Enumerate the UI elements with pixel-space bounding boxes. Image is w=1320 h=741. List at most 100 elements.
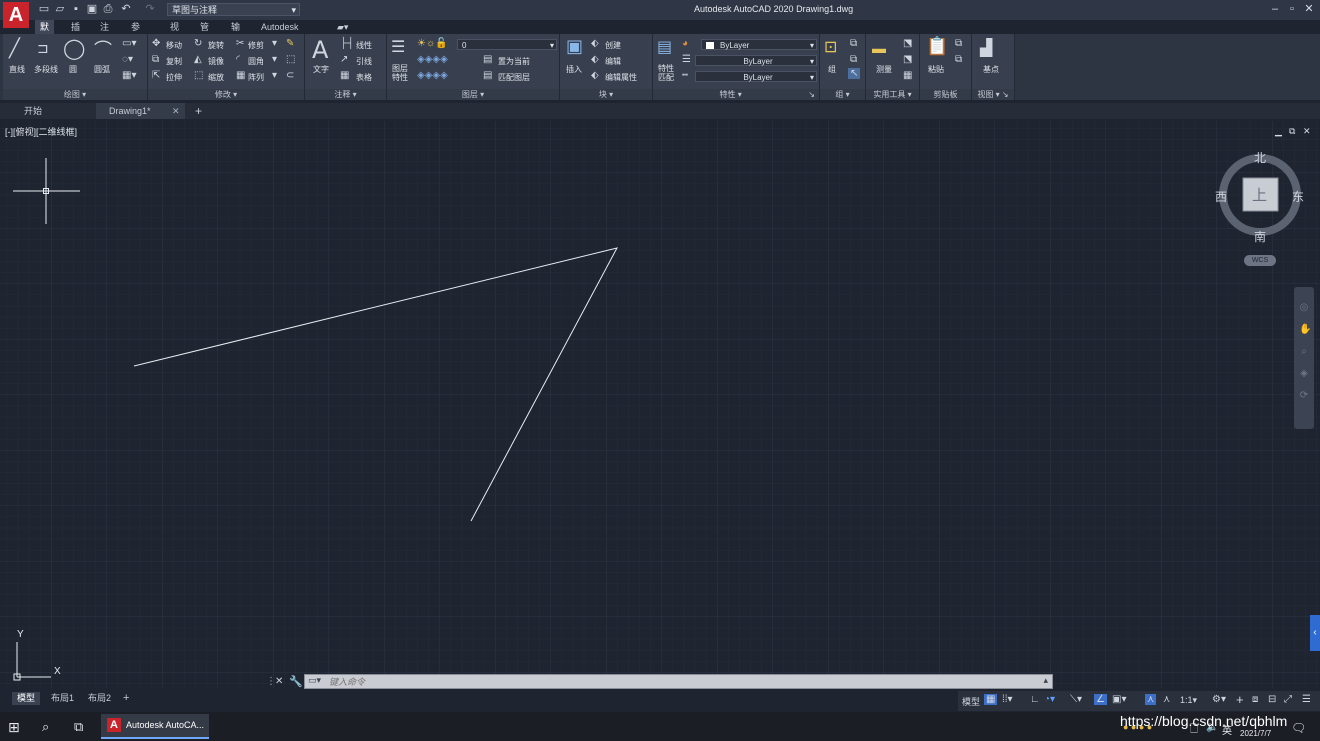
- taskbar-autocad-button[interactable]: A Autodesk AutoCA...: [101, 714, 209, 739]
- print-icon[interactable]: ⎙: [101, 3, 115, 16]
- snap-toggle-icon[interactable]: ⁞⁞▾: [1002, 694, 1013, 705]
- maximize-icon[interactable]: ▫: [1285, 3, 1299, 16]
- fullscreen-icon[interactable]: ⤢: [1284, 694, 1292, 705]
- model-space-button[interactable]: 模型: [962, 695, 980, 708]
- ortho-icon[interactable]: ∟: [1030, 694, 1040, 705]
- chevron-down-icon[interactable]: ▾: [272, 38, 277, 49]
- grid-toggle-icon[interactable]: ▦: [984, 694, 998, 705]
- copy-button[interactable]: 复制: [166, 56, 182, 67]
- erase-icon[interactable]: ✎: [286, 38, 294, 49]
- command-input[interactable]: [329, 675, 1029, 688]
- drawing-canvas[interactable]: [0, 121, 1320, 688]
- new-file-icon[interactable]: ▭: [37, 3, 51, 16]
- measure-label[interactable]: 测量: [876, 64, 892, 75]
- tab-home[interactable]: 默认: [35, 20, 55, 46]
- units-icon[interactable]: ⧈: [1252, 694, 1258, 705]
- circle-tool-label[interactable]: 圆: [69, 64, 77, 75]
- group-label[interactable]: 组: [828, 64, 836, 75]
- lineweight-dropdown[interactable]: ByLayer ▾: [695, 55, 817, 66]
- compass-west[interactable]: 西: [1215, 188, 1227, 205]
- match-properties-label[interactable]: 特性 匹配: [658, 64, 674, 82]
- viewport-restore-icon[interactable]: ⧉: [1289, 126, 1295, 137]
- copy-clip-icon[interactable]: ⧉: [955, 54, 962, 65]
- annotation-monitor-icon[interactable]: +: [1236, 692, 1244, 707]
- customize-menu-icon[interactable]: ☰: [1302, 694, 1311, 705]
- group-icon[interactable]: ⊡: [824, 37, 837, 57]
- close-icon[interactable]: ✕: [172, 103, 180, 119]
- tab-annotate[interactable]: 注释: [100, 20, 109, 46]
- rectangle-icon[interactable]: ▭▾: [122, 38, 136, 49]
- task-view-icon[interactable]: ⧉: [74, 719, 83, 735]
- calculator-icon[interactable]: ▦: [903, 70, 912, 81]
- quick-select-icon[interactable]: ⬔: [903, 38, 912, 49]
- viewport-minimize-icon[interactable]: ▁: [1275, 126, 1282, 137]
- viewport-controls-label[interactable]: [-][俯视][二维线框]: [5, 125, 77, 138]
- trim-button[interactable]: 修剪: [248, 40, 264, 51]
- command-line[interactable]: ▭▾ ▴: [304, 674, 1053, 689]
- linetype-dropdown[interactable]: ByLayer ▾: [695, 71, 817, 82]
- navbar-tools[interactable]: ◎ ✋ ⌕ ◈ ⟳: [1299, 297, 1311, 407]
- isolate-objects-icon[interactable]: ⊟: [1268, 694, 1276, 705]
- polyline-tool-label[interactable]: 多段线: [34, 64, 58, 75]
- annotation-autoscale-icon[interactable]: ⋏: [1163, 694, 1170, 705]
- object-snap-icon[interactable]: ▣▾: [1112, 694, 1126, 705]
- fillet-button[interactable]: 圆角: [248, 56, 264, 67]
- redo-icon[interactable]: ↷: [143, 3, 157, 16]
- hatch-icon[interactable]: ▦▾: [122, 70, 136, 81]
- tab-start[interactable]: 开始: [24, 103, 42, 119]
- group-select-icon[interactable]: ↖: [848, 68, 861, 79]
- customize-wrench-icon[interactable]: 🔧: [289, 675, 303, 688]
- taskbar-date[interactable]: 2021/7/7: [1240, 729, 1271, 738]
- application-menu-button[interactable]: A: [3, 2, 29, 28]
- panel-utilities-title[interactable]: 实用工具 ▾: [866, 89, 919, 100]
- circle-icon[interactable]: ◯: [63, 36, 85, 61]
- panel-properties-title[interactable]: 特性 ▾ ↘: [653, 89, 819, 100]
- arc-tool-label[interactable]: 圆弧: [94, 64, 110, 75]
- open-file-icon[interactable]: ▱: [53, 3, 67, 16]
- compass-south[interactable]: 南: [1254, 228, 1266, 245]
- viewport-close-icon[interactable]: ✕: [1303, 126, 1311, 137]
- panel-groups-title[interactable]: 组 ▾: [820, 89, 865, 100]
- layer-properties-icon[interactable]: ☰: [391, 37, 405, 57]
- wcs-menu[interactable]: WCS: [1244, 255, 1276, 266]
- tab-output[interactable]: 输出: [231, 20, 240, 46]
- text-icon[interactable]: A: [312, 36, 328, 64]
- color-dropdown[interactable]: ByLayer ▾: [701, 39, 817, 50]
- panel-block-title[interactable]: 块 ▾: [560, 89, 652, 100]
- rotate-button[interactable]: 旋转: [208, 40, 224, 51]
- layer-properties-label[interactable]: 图层 特性: [392, 64, 408, 82]
- text-tool-label[interactable]: 文字: [313, 64, 329, 75]
- chevron-up-icon[interactable]: ▴: [1043, 675, 1048, 686]
- make-current-button[interactable]: 置为当前: [498, 56, 530, 67]
- group-edit-icon[interactable]: ⧉: [850, 54, 857, 65]
- polar-tracking-icon[interactable]: ◔▾: [1044, 694, 1055, 705]
- table-button[interactable]: 表格: [356, 72, 372, 83]
- expand-palette-icon[interactable]: ‹: [1310, 615, 1320, 651]
- workspace-dropdown[interactable]: 草图与注释 ▾: [167, 3, 300, 16]
- compass-east[interactable]: 东: [1292, 188, 1304, 205]
- notification-icon[interactable]: 🗨: [1291, 721, 1306, 735]
- ungroup-icon[interactable]: ⧉: [850, 38, 857, 49]
- color-wheel-icon[interactable]: ◕: [682, 38, 688, 49]
- annotation-visibility-icon[interactable]: ⋏: [1145, 694, 1157, 705]
- linear-button[interactable]: 线性: [356, 40, 372, 51]
- base-view-label[interactable]: 基点: [983, 64, 999, 75]
- layer-tools-icons-row2[interactable]: ◈◈◈◈: [417, 70, 448, 81]
- workspace-gear-icon[interactable]: ⚙▾: [1212, 694, 1226, 705]
- arc-icon[interactable]: ⌒: [94, 36, 112, 62]
- tab-layout2[interactable]: 布局2: [83, 692, 116, 705]
- save-as-icon[interactable]: ▣: [85, 3, 99, 16]
- viewcube-face-top[interactable]: 上: [1252, 184, 1267, 205]
- compass-north[interactable]: 北: [1254, 149, 1266, 166]
- isodraft-icon[interactable]: ⟍▾: [1070, 694, 1082, 705]
- insert-block-icon[interactable]: ▣: [566, 36, 583, 57]
- layer-dropdown[interactable]: 0 ▾: [457, 39, 557, 50]
- paste-label[interactable]: 粘贴: [928, 64, 944, 75]
- layer-tools-icons-row1[interactable]: ◈◈◈◈: [417, 54, 448, 65]
- leader-button[interactable]: 引线: [356, 56, 372, 67]
- panel-clipboard-title[interactable]: 剪贴板: [920, 89, 971, 100]
- panel-draw-title[interactable]: 绘图 ▾: [3, 89, 147, 100]
- edit-attributes-button[interactable]: 编辑属性: [605, 72, 637, 83]
- line-tool-label[interactable]: 直线: [9, 64, 25, 75]
- cut-icon[interactable]: ⧉: [955, 38, 962, 49]
